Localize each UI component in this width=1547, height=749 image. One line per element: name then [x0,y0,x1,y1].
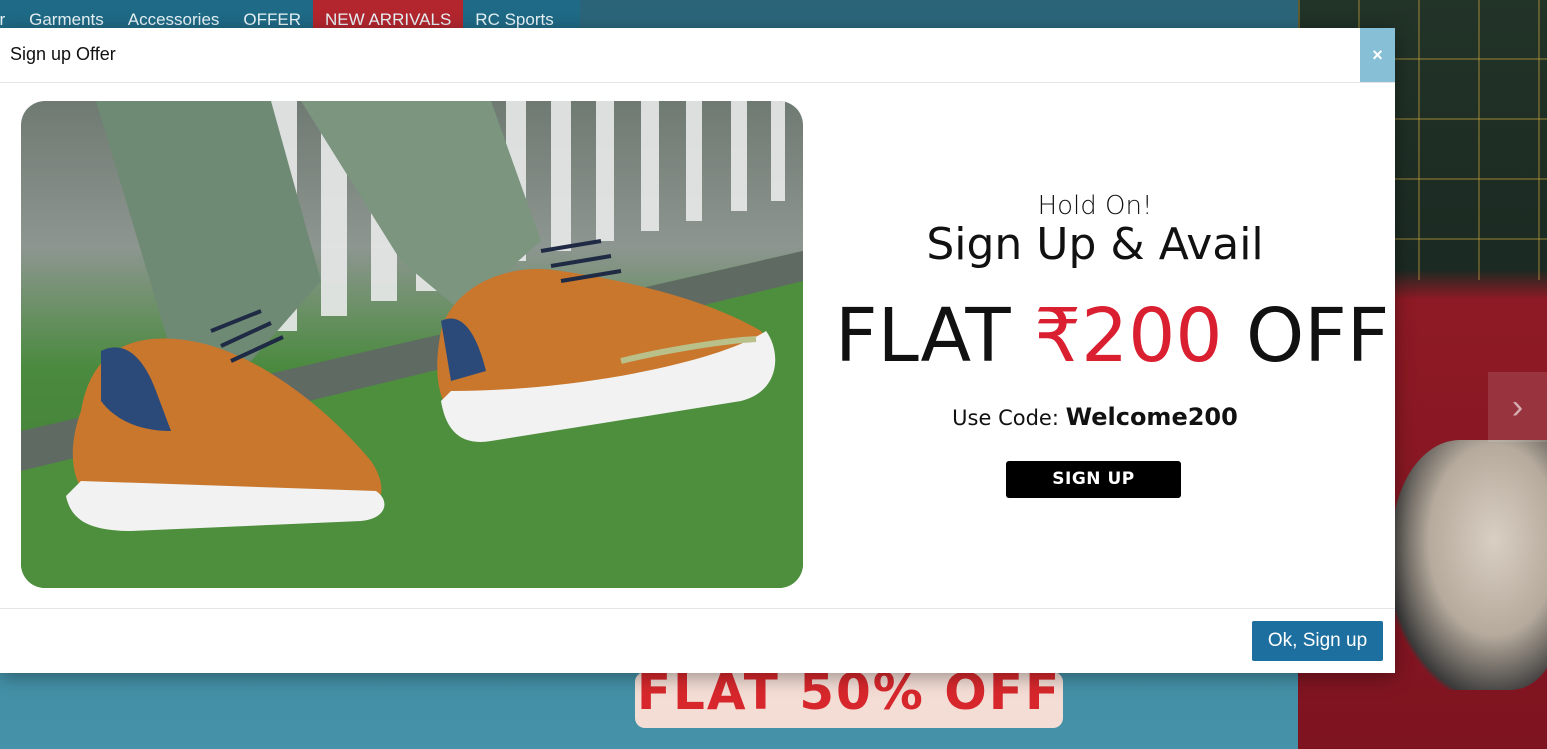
close-button[interactable]: × [1360,28,1395,82]
promo-flat-suffix: OFF [1222,293,1390,379]
nav-item-footwear[interactable]: ar [0,0,17,30]
promo-amount: ₹200 [1034,293,1223,379]
main-nav: ar Garments Accessories OFFER NEW ARRIVA… [0,0,580,30]
shoe-product-image [21,101,803,588]
promo-code-label: Use Code: [952,406,1066,430]
modal-body: Hold On! Sign Up & Avail FLAT ₹200 OFF U… [0,83,1395,609]
chevron-right-icon[interactable]: › [1488,372,1547,442]
nav-item-new-arrivals[interactable]: NEW ARRIVALS [313,0,464,30]
shoe-illustration [21,101,803,588]
nav-item-offer[interactable]: OFFER [231,0,313,30]
promo-discount: FLAT ₹200 OFF [835,291,1389,381]
nav-item-rc-sports[interactable]: RC Sports [463,0,565,30]
promo-headline: Sign Up & Avail [926,219,1264,270]
promo-hold-on: Hold On! [1037,191,1153,221]
modal-header: Sign up Offer × [0,28,1395,83]
signup-offer-modal: Sign up Offer × Hold On! Sign Up & Avail… [0,28,1395,673]
promo-code: Welcome200 [1065,403,1238,431]
nav-item-garments[interactable]: Garments [17,0,116,30]
signup-button[interactable]: SIGN UP [1006,461,1181,498]
modal-title: Sign up Offer [10,44,116,64]
ok-sign-up-button[interactable]: Ok, Sign up [1252,621,1383,661]
modal-footer: Ok, Sign up [0,609,1395,673]
promo-flat-prefix: FLAT [835,293,1035,379]
nav-item-accessories[interactable]: Accessories [116,0,232,30]
background-promo-banner: FLAT 50% OFF [635,672,1063,728]
promo-code-line: Use Code: Welcome200 [835,403,1355,431]
background-shoe-image [1392,440,1547,690]
